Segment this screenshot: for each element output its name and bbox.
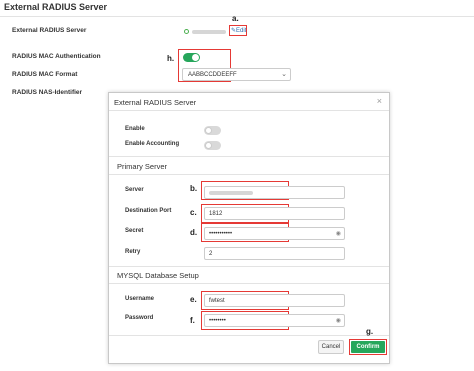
eye-icon[interactable]: ◉: [336, 230, 341, 237]
mac-format-value: AABBCCDDEEFF: [188, 72, 237, 78]
radius-server-dialog: External RADIUS Server × Enable Enable A…: [108, 92, 390, 364]
external-radius-server-label: External RADIUS Server: [12, 27, 87, 34]
footer-divider: [109, 335, 389, 336]
secret-label: Secret: [125, 228, 144, 234]
enable-toggle[interactable]: [204, 126, 221, 135]
section-divider: [109, 283, 389, 284]
annotation-g: g.: [366, 327, 374, 336]
status-circle-icon: [184, 29, 189, 34]
annotation-b: b.: [190, 184, 198, 193]
enable-accounting-toggle[interactable]: [204, 141, 221, 150]
destination-port-input[interactable]: 1812: [204, 207, 345, 220]
dialog-title: External RADIUS Server: [114, 98, 197, 107]
mysql-setup-heading: MYSQL Database Setup: [117, 271, 199, 280]
server-label: Server: [125, 187, 144, 193]
retry-value: 2: [209, 251, 213, 257]
secret-value: •••••••••••: [209, 231, 233, 237]
password-value: ••••••••: [209, 318, 226, 324]
username-input[interactable]: fwtest: [204, 294, 345, 307]
mac-auth-toggle[interactable]: [183, 53, 200, 62]
annotation-a: a.: [232, 14, 239, 23]
annotation-e: e.: [190, 295, 197, 304]
mac-format-select[interactable]: AABBCCDDEEFF ⌄: [182, 68, 291, 81]
enable-accounting-label: Enable Accounting: [125, 141, 180, 147]
enable-label: Enable: [125, 126, 145, 132]
password-label: Password: [125, 315, 154, 321]
mac-format-label: RADIUS MAC Format: [12, 71, 78, 78]
secret-input[interactable]: ••••••••••• ◉: [204, 227, 345, 240]
confirm-button[interactable]: Confirm: [351, 341, 385, 353]
server-value-redacted: [209, 191, 253, 195]
username-label: Username: [125, 296, 155, 302]
username-value: fwtest: [209, 298, 225, 304]
primary-server-heading: Primary Server: [117, 162, 168, 171]
retry-input[interactable]: 2: [204, 247, 345, 260]
nas-identifier-label: RADIUS NAS-Identifier: [12, 89, 83, 96]
section-divider: [109, 174, 389, 175]
server-input[interactable]: [204, 186, 345, 199]
mac-auth-label: RADIUS MAC Authentication: [12, 53, 101, 60]
annotation-f: f.: [190, 316, 195, 325]
password-input[interactable]: •••••••• ◉: [204, 314, 345, 327]
annotation-d: d.: [190, 228, 198, 237]
close-icon[interactable]: ×: [377, 96, 382, 106]
chevron-down-icon: ⌄: [281, 71, 287, 78]
edit-link-label: Edit: [236, 28, 247, 34]
cancel-button[interactable]: Cancel: [318, 340, 344, 354]
destination-port-label: Destination Port: [125, 208, 172, 214]
edit-server-link[interactable]: ✎Edit: [229, 25, 247, 36]
section-divider: [109, 156, 389, 157]
retry-label: Retry: [125, 249, 141, 255]
confirm-button-highlight: Confirm: [349, 339, 387, 355]
eye-icon[interactable]: ◉: [336, 317, 341, 324]
page-title: External RADIUS Server: [4, 2, 108, 12]
annotation-h: h.: [167, 54, 175, 63]
dialog-header-divider: [109, 110, 389, 111]
destination-port-value: 1812: [209, 211, 223, 217]
server-address-redacted: [192, 30, 226, 34]
section-divider: [109, 266, 389, 267]
annotation-c: c.: [190, 208, 197, 217]
